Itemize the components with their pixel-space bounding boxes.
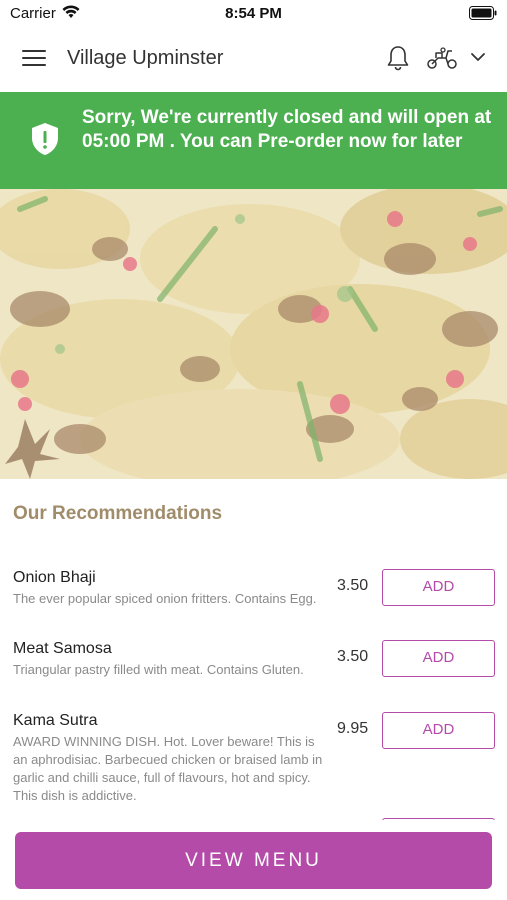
item-name: Kama Sutra [13, 712, 98, 729]
item-name: Onion Bhaji [13, 569, 96, 586]
biryani-illustration [0, 189, 507, 479]
bell-icon[interactable] [386, 45, 410, 71]
hamburger-menu-icon[interactable] [22, 50, 46, 68]
status-time: 8:54 PM [225, 5, 282, 22]
add-button[interactable]: ADD [382, 640, 495, 677]
app-header: Village Upminster [0, 26, 507, 92]
battery-icon [469, 6, 497, 20]
restaurant-title: Village Upminster [67, 47, 224, 69]
item-description: Triangular pastry filled with meat. Cont… [13, 662, 304, 677]
shield-alert-icon [32, 123, 58, 155]
recommendations-title: Our Recommendations [13, 503, 223, 524]
item-price: 3.50 [337, 577, 369, 594]
closed-notice-banner: Sorry, We're currently closed and will o… [0, 92, 507, 189]
item-name: Meat Samosa [13, 640, 112, 657]
item-description: AWARD WINNING DISH. Hot. Lover beware! T… [13, 734, 323, 803]
add-button[interactable]: ADD [382, 569, 495, 606]
add-button[interactable]: ADD [382, 712, 495, 749]
item-description: The ever popular spiced onion fritters. … [13, 591, 317, 606]
chevron-down-icon[interactable] [470, 51, 486, 63]
status-bar: Carrier 8:54 PM [0, 0, 507, 26]
item-price: 9.95 [337, 720, 369, 737]
view-menu-button[interactable]: VIEW MENU [15, 832, 492, 889]
item-price: 3.50 [337, 648, 369, 665]
hero-food-image [0, 189, 507, 479]
scooter-delivery-icon[interactable] [426, 46, 458, 70]
closed-message: Sorry, We're currently closed and will o… [82, 107, 492, 152]
